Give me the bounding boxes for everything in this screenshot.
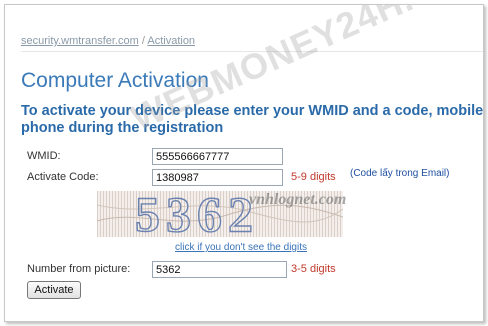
- wmid-label: WMID:: [27, 150, 61, 162]
- breadcrumb-separator: /: [141, 35, 145, 47]
- picture-digits-hint: 3-5 digits: [291, 263, 336, 275]
- intro-text: To activate your device please enter you…: [21, 103, 484, 136]
- page-frame: security.wmtransfer.com / Activation Com…: [4, 4, 484, 322]
- code-digits-hint: 5-9 digits: [291, 171, 336, 183]
- picture-number-field[interactable]: [152, 261, 287, 278]
- divider: [21, 51, 483, 52]
- code-email-note: (Code lấy trong Email): [350, 168, 450, 179]
- page-title: Computer Activation: [21, 69, 209, 92]
- captcha-refresh-link[interactable]: click if you don't see the digits: [175, 242, 307, 253]
- captcha-image: 5362: [97, 191, 343, 237]
- wmid-field[interactable]: [152, 148, 283, 165]
- captcha-digits: 5362: [135, 191, 259, 237]
- breadcrumb-page-link[interactable]: Activation: [147, 35, 195, 47]
- breadcrumb: security.wmtransfer.com / Activation: [21, 35, 195, 47]
- breadcrumb-site-link[interactable]: security.wmtransfer.com: [21, 35, 139, 47]
- picture-number-label: Number from picture:: [27, 263, 131, 275]
- activate-code-label: Activate Code:: [27, 171, 99, 183]
- captcha-digits-graphic: 5362: [97, 191, 343, 237]
- activate-button[interactable]: Activate: [27, 281, 81, 299]
- activate-code-field[interactable]: [152, 169, 283, 186]
